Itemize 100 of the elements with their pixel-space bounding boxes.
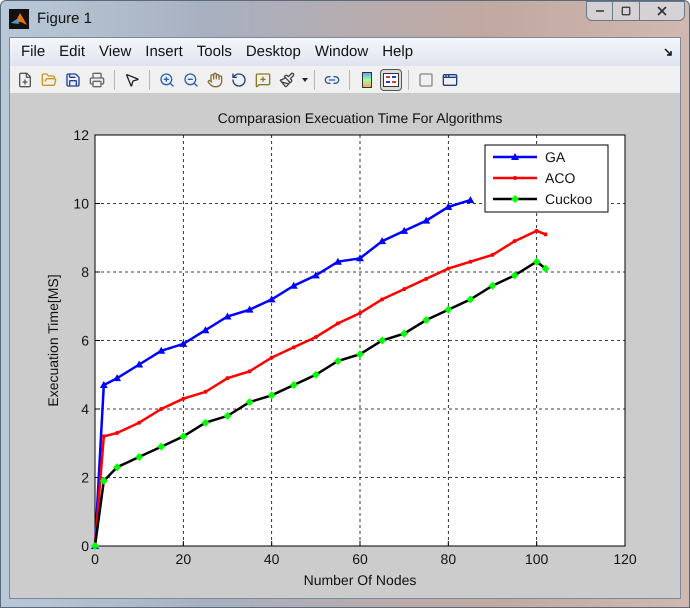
data-marker [334, 357, 342, 366]
zoom-out-icon [183, 72, 199, 88]
data-marker [102, 434, 106, 438]
y-axis-label: Execuation Time[MS] [45, 274, 61, 407]
data-marker [378, 336, 386, 344]
x-axis-label: Number Of Nodes [304, 572, 416, 588]
data-marker [490, 252, 494, 257]
hand-icon [207, 72, 223, 88]
save-icon [65, 72, 81, 88]
chart-title: Comparasion Execuation Time For Algorithms [218, 110, 502, 126]
folder-icon [41, 72, 57, 88]
tick-label: 80 [440, 551, 456, 567]
menu-item[interactable]: Window [308, 40, 376, 64]
menu-item[interactable]: File [14, 40, 52, 64]
tick-label: 8 [81, 264, 89, 280]
caret-icon[interactable] [302, 78, 308, 82]
tick-label: 20 [176, 551, 192, 567]
data-marker [488, 282, 496, 290]
data-marker [135, 452, 144, 461]
tick-label: 0 [91, 551, 99, 567]
data-marker [100, 381, 108, 388]
data-marker [400, 330, 408, 338]
rotate-icon [231, 72, 247, 88]
data-cursor-icon [255, 72, 271, 88]
menu-item[interactable]: Tools [190, 40, 239, 64]
tick-label: 0 [81, 538, 89, 554]
data-marker [312, 271, 320, 278]
legend-swatch [493, 195, 537, 203]
brush-icon [279, 72, 295, 88]
data-marker [424, 276, 428, 281]
data-marker [181, 396, 186, 401]
data-marker [224, 412, 232, 420]
data-marker [510, 271, 519, 280]
menu-item[interactable]: View [92, 40, 138, 64]
data-marker [314, 335, 318, 340]
tick-label: 6 [81, 332, 89, 348]
pointer-icon [124, 72, 140, 88]
data-marker [290, 282, 298, 289]
data-marker [248, 369, 252, 374]
maximize-button[interactable] [613, 1, 640, 21]
data-marker [532, 258, 541, 266]
data-marker [268, 391, 276, 400]
legend-label: ACO [545, 170, 576, 186]
data-marker [466, 295, 474, 304]
data-marker [422, 216, 430, 224]
data-marker [113, 463, 122, 472]
legend-swatch [493, 176, 537, 180]
menu-item[interactable]: Edit [52, 40, 92, 64]
close-button[interactable] [640, 1, 685, 21]
data-marker [113, 374, 122, 382]
close-icon [655, 4, 669, 18]
data-marker [292, 345, 296, 350]
window-title: Figure 1 [37, 8, 92, 29]
print-icon [89, 72, 105, 88]
data-marker [203, 390, 208, 394]
data-marker [468, 260, 472, 264]
data-marker [336, 321, 340, 326]
legend-label: GA [545, 149, 566, 165]
data-marker [246, 398, 254, 406]
data-marker [402, 287, 406, 292]
data-marker [312, 370, 320, 379]
data-marker [356, 350, 364, 358]
data-marker [201, 418, 210, 427]
data-marker [226, 376, 230, 380]
new-file-icon [17, 72, 33, 88]
data-marker [157, 346, 166, 354]
tick-label: 4 [81, 401, 89, 417]
data-marker [334, 258, 342, 265]
data-marker [268, 295, 276, 302]
colorbar-icon [362, 72, 372, 88]
data-marker [444, 202, 452, 210]
dock-arrow-icon[interactable] [664, 48, 672, 56]
legend-label: Cuckoo [545, 191, 592, 207]
data-marker [446, 266, 450, 271]
data-marker [157, 442, 166, 451]
data-marker [512, 239, 517, 244]
data-marker [100, 476, 108, 485]
legend-icon [383, 72, 399, 86]
square-icon [418, 72, 434, 88]
tick-label: 40 [264, 551, 280, 567]
tick-label: 2 [81, 470, 89, 486]
tick-label: 60 [352, 551, 368, 567]
data-marker [179, 432, 188, 440]
data-marker [179, 340, 188, 347]
legend-button[interactable] [380, 68, 402, 90]
menu-item[interactable]: Help [375, 40, 420, 64]
tick-label: 120 [613, 551, 637, 567]
menu-item[interactable]: Desktop [238, 40, 308, 64]
data-marker [358, 311, 362, 316]
data-marker [201, 326, 210, 334]
data-marker [135, 360, 144, 368]
data-marker [422, 316, 430, 324]
zoom-in-icon [159, 72, 175, 88]
data-marker [378, 237, 386, 244]
data-marker [534, 228, 539, 233]
data-marker [400, 226, 408, 234]
menu-item[interactable]: Insert [138, 40, 190, 64]
data-marker [290, 381, 298, 390]
data-marker [224, 312, 232, 320]
tick-label: 12 [73, 127, 89, 143]
